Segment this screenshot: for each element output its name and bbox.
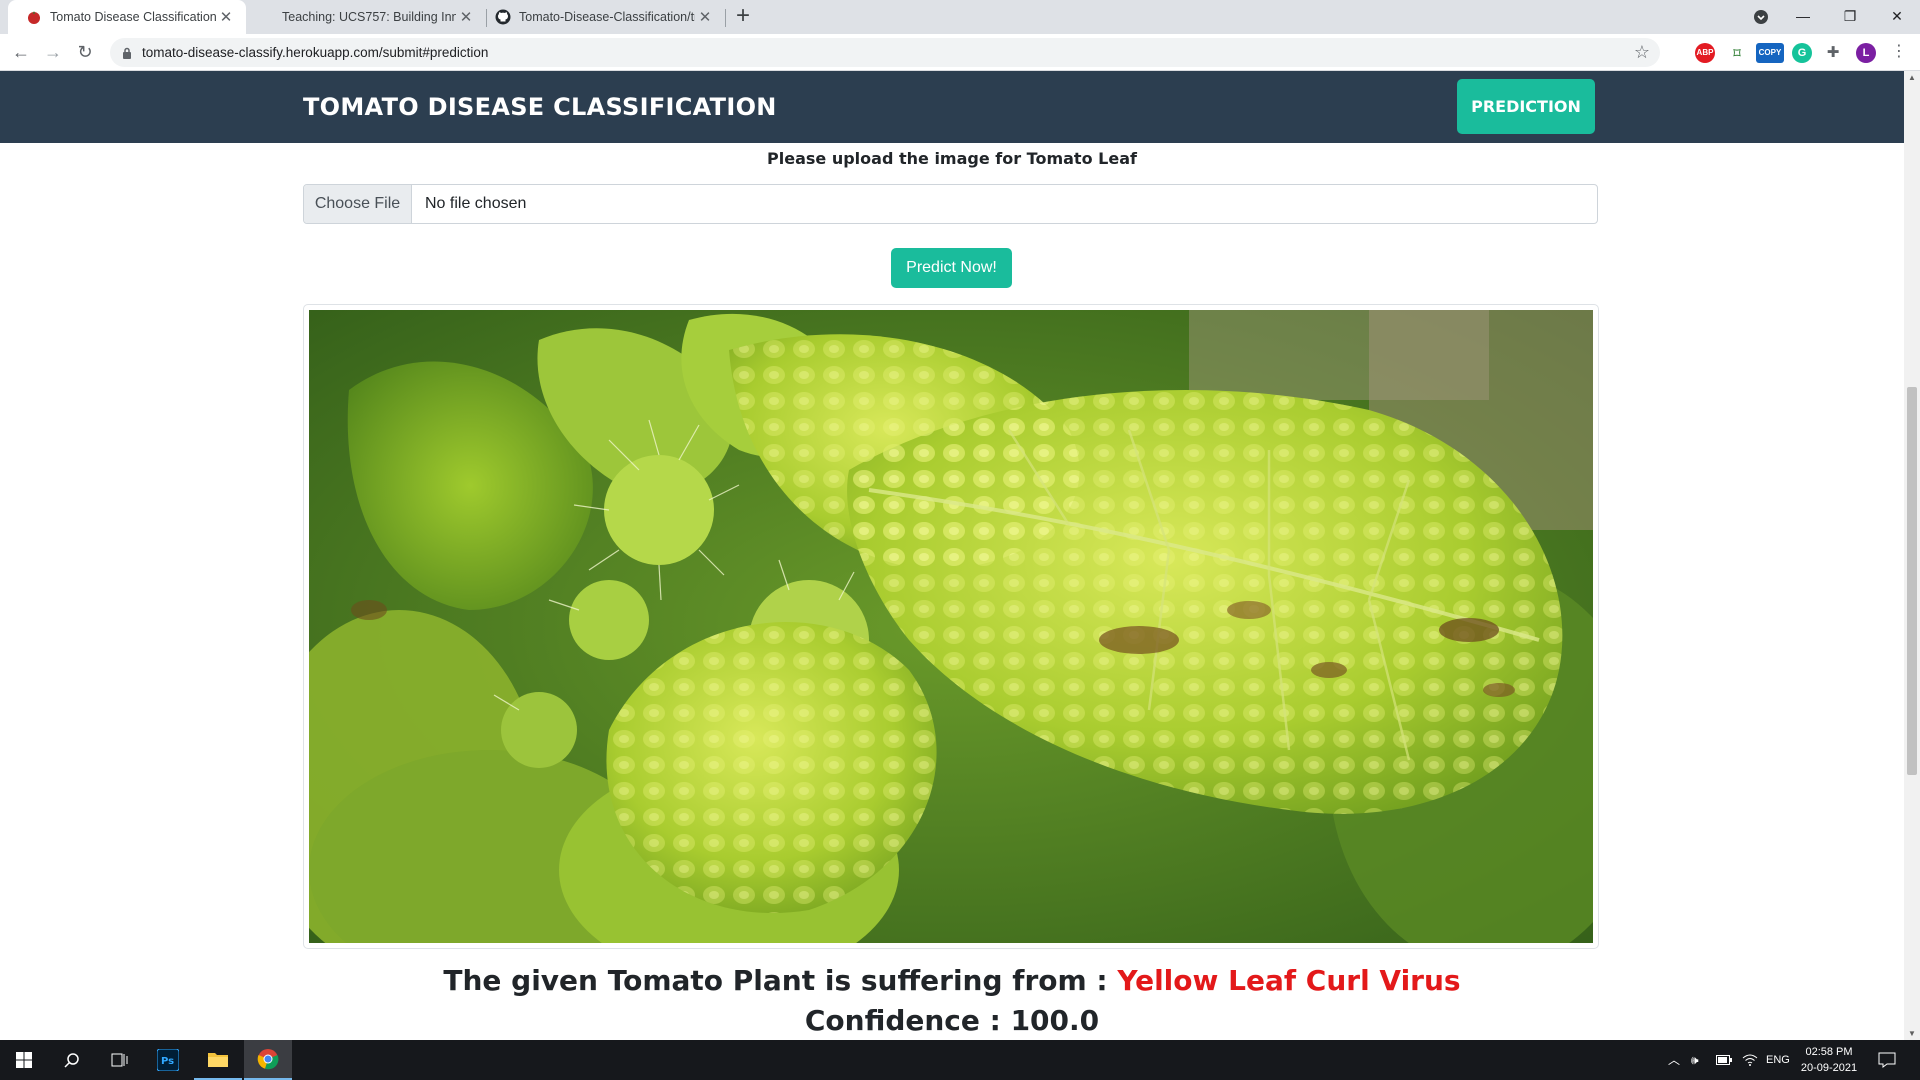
choose-file-button[interactable]: Choose File: [304, 185, 412, 223]
tab-title: Tomato Disease Classification: [50, 10, 216, 24]
close-tab-icon[interactable]: ✕: [216, 8, 236, 26]
tab-github[interactable]: Tomato-Disease-Classification/tr ✕: [487, 0, 725, 34]
scrollbar-thumb[interactable]: [1907, 387, 1917, 775]
close-tab-icon[interactable]: ✕: [695, 8, 715, 26]
notifications-icon[interactable]: [1878, 1040, 1896, 1080]
profile-avatar[interactable]: L: [1856, 43, 1876, 63]
tab-divider: [725, 9, 726, 27]
file-status-text: No file chosen: [425, 195, 527, 212]
tomato-favicon-icon: [26, 9, 42, 25]
uploaded-image-frame: [303, 304, 1599, 949]
copy-extension-icon[interactable]: COPY: [1756, 43, 1784, 63]
windows-start-icon[interactable]: [0, 1040, 48, 1080]
clock-date: 20-09-2021: [1800, 1062, 1858, 1074]
result-prefix: The given Tomato Plant is suffering from…: [443, 964, 1108, 997]
windows-taskbar: Ps ︿ 🕪 ENG 02:58 PM 20-09-2021: [0, 1040, 1920, 1080]
prediction-nav-button[interactable]: PREDICTION: [1457, 79, 1595, 134]
grammarly-icon[interactable]: G: [1792, 43, 1812, 63]
page-scrollbar[interactable]: ▲ ▼: [1904, 71, 1920, 1040]
scroll-down-arrow-icon[interactable]: ▼: [1908, 1029, 1916, 1038]
bookmark-star-icon[interactable]: ☆: [1634, 42, 1650, 63]
confidence-value: 100.0: [1010, 1004, 1100, 1037]
close-window-icon[interactable]: ✕: [1874, 0, 1920, 34]
forward-arrow-icon[interactable]: →: [40, 39, 66, 65]
page-viewport: TOMATO DISEASE CLASSIFICATION PREDICTION…: [0, 71, 1904, 1040]
scroll-up-arrow-icon[interactable]: ▲: [1908, 73, 1916, 82]
volume-icon[interactable]: 🕪: [1691, 1040, 1699, 1080]
predict-now-button[interactable]: Predict Now!: [891, 248, 1012, 288]
new-tab-button[interactable]: +: [736, 2, 750, 30]
search-icon[interactable]: [48, 1040, 96, 1080]
tab-tomato-disease-classification[interactable]: Tomato Disease Classification ✕: [8, 0, 246, 34]
restore-window-icon[interactable]: ❐: [1827, 0, 1873, 34]
lock-icon: [122, 46, 132, 64]
brand-title[interactable]: TOMATO DISEASE CLASSIFICATION: [303, 93, 777, 121]
tab-teaching[interactable]: Teaching: UCS757: Building Innov ✕: [262, 0, 486, 34]
tab-search-icon[interactable]: [1738, 0, 1784, 34]
prediction-result: The given Tomato Plant is suffering from…: [0, 964, 1904, 997]
chrome-menu-icon[interactable]: ⋮: [1886, 39, 1912, 65]
puzzle-icon[interactable]: ✚: [1823, 43, 1843, 63]
chrome-taskbar-icon[interactable]: [244, 1040, 292, 1080]
taskbar-clock[interactable]: 02:58 PM 20-09-2021: [1792, 1044, 1866, 1076]
file-explorer-icon[interactable]: [194, 1040, 242, 1080]
address-bar[interactable]: tomato-disease-classify.herokuapp.com/su…: [110, 38, 1660, 67]
file-input[interactable]: Choose File No file chosen: [303, 184, 1598, 224]
confidence-text: Confidence : 100.0: [0, 1004, 1904, 1037]
disease-name: Yellow Leaf Curl Virus: [1117, 964, 1461, 997]
github-icon: [495, 9, 511, 25]
battery-icon[interactable]: [1716, 1040, 1732, 1080]
show-hidden-icons-icon[interactable]: ︿: [1668, 1040, 1680, 1080]
navbar: TOMATO DISEASE CLASSIFICATION PREDICTION: [0, 71, 1904, 143]
photoshop-icon[interactable]: Ps: [144, 1040, 192, 1080]
url-text: tomato-disease-classify.herokuapp.com/su…: [142, 45, 489, 60]
browser-toolbar: ← → ↻ tomato-disease-classify.herokuapp.…: [0, 34, 1920, 71]
minimize-icon[interactable]: —: [1780, 0, 1826, 34]
tab-strip: Tomato Disease Classification ✕ Teaching…: [0, 0, 1920, 34]
svg-text:Ps: Ps: [161, 1056, 174, 1067]
tab-title: Teaching: UCS757: Building Innov: [282, 10, 456, 24]
tag-extension-icon[interactable]: ⌑: [1727, 43, 1747, 63]
task-view-icon[interactable]: [96, 1040, 144, 1080]
reload-icon[interactable]: ↻: [72, 39, 98, 65]
wifi-icon[interactable]: [1742, 1040, 1758, 1080]
adblock-icon[interactable]: ABP: [1695, 43, 1715, 63]
tab-title: Tomato-Disease-Classification/tr: [519, 10, 695, 24]
tomato-leaf-image: [309, 310, 1593, 943]
confidence-label: Confidence :: [804, 1004, 1001, 1037]
upload-heading: Please upload the image for Tomato Leaf: [767, 149, 1137, 168]
clock-time: 02:58 PM: [1805, 1046, 1853, 1058]
back-arrow-icon[interactable]: ←: [8, 39, 34, 65]
close-tab-icon[interactable]: ✕: [456, 8, 476, 26]
language-indicator[interactable]: ENG: [1766, 1040, 1790, 1080]
